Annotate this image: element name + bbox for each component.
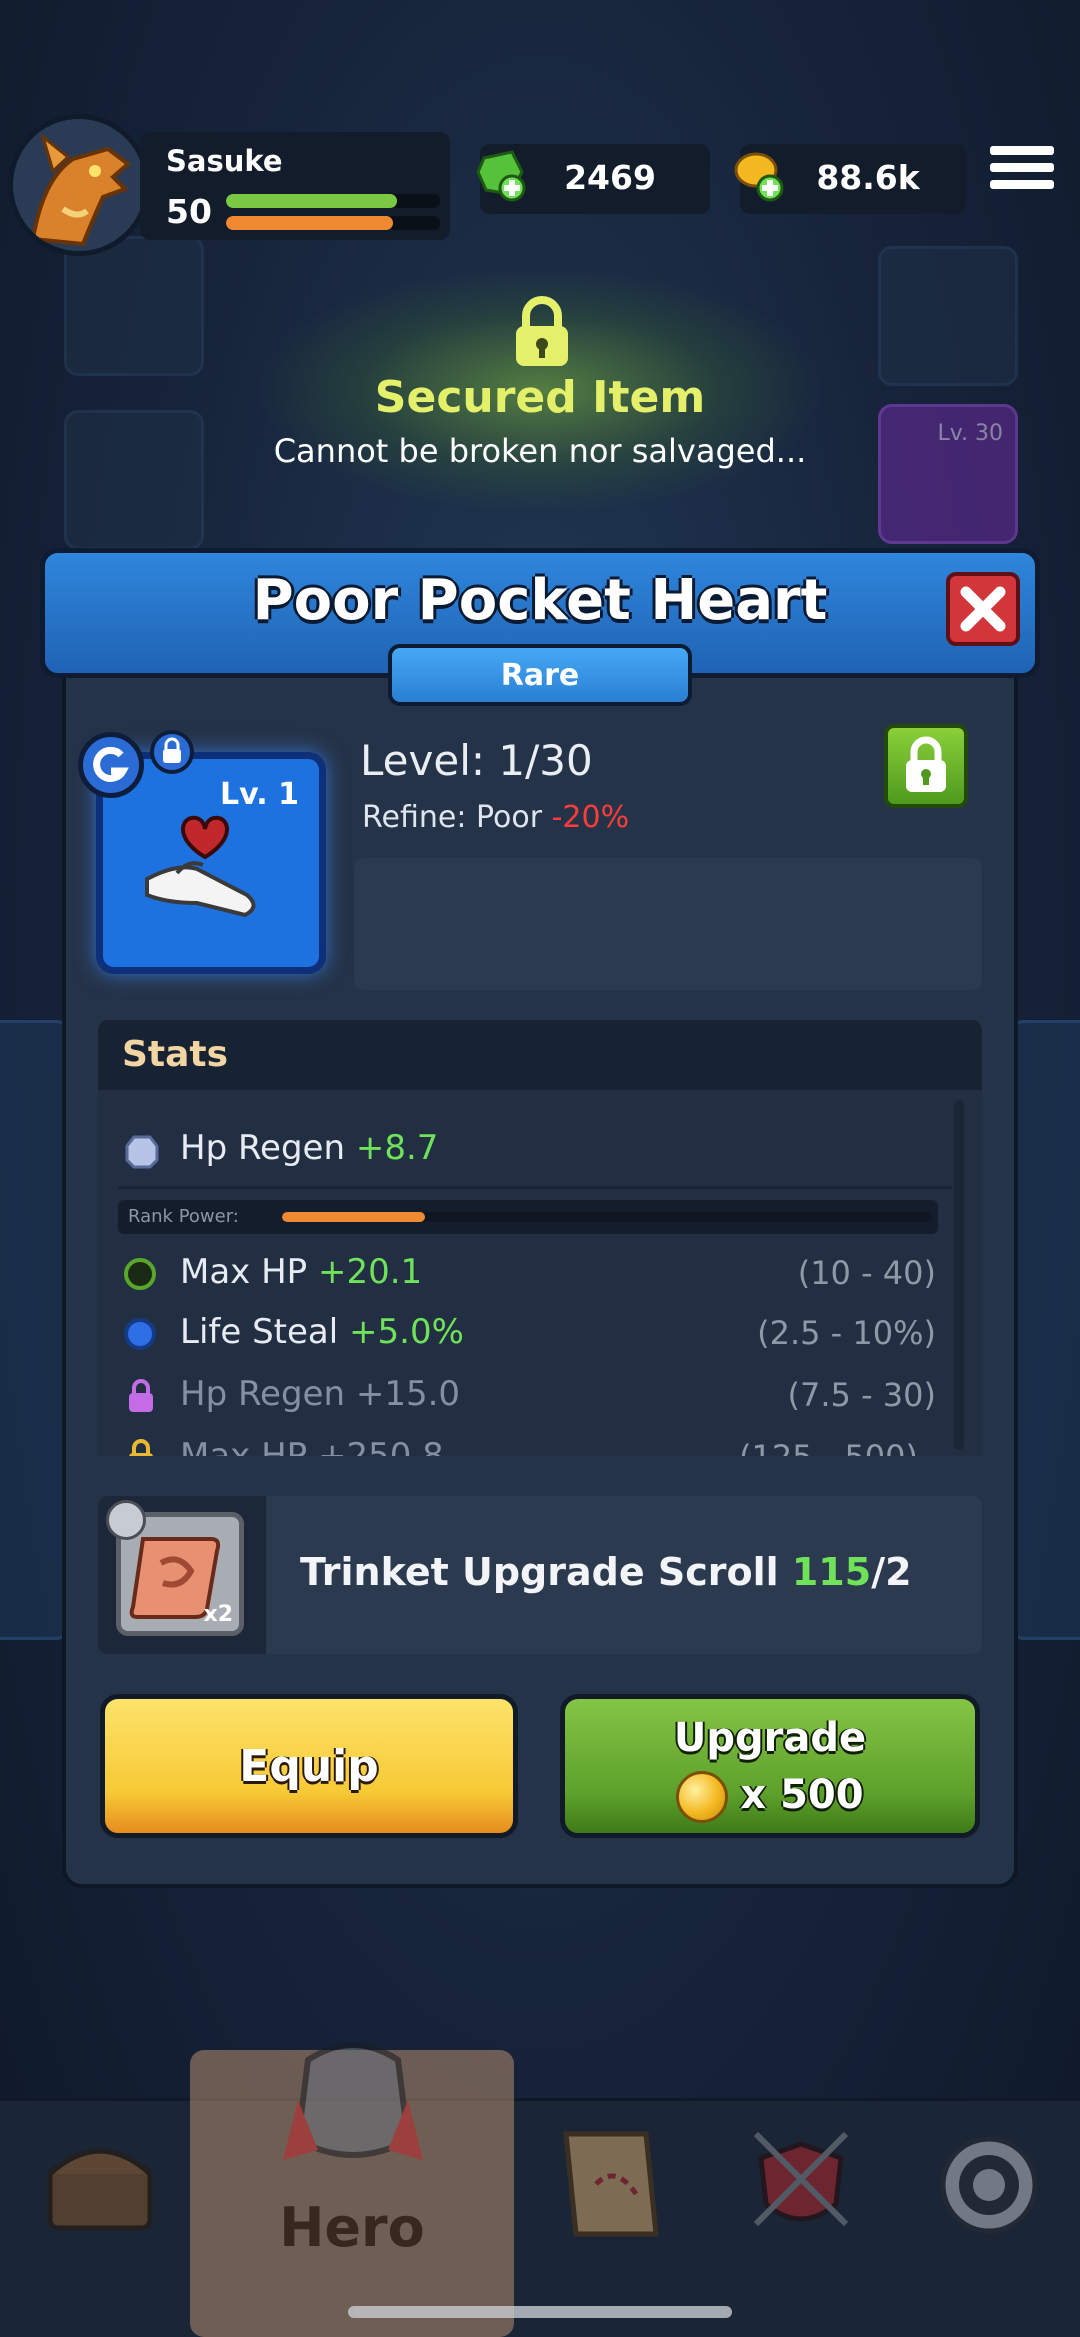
substat-4: Max HP +250.8 (180, 1436, 444, 1456)
coin-counter[interactable]: 88.6k (734, 144, 966, 214)
hamburger-menu-icon[interactable] (990, 146, 1054, 206)
xp-bar (226, 216, 440, 230)
gem-count: 2469 (564, 158, 656, 197)
stats-heading: Stats (122, 1034, 229, 1075)
substat-2-name: Life Steal (180, 1312, 350, 1352)
bg-boots-slot (878, 246, 1018, 386)
substat-2-icon (124, 1318, 156, 1350)
material-bag-badge-icon (106, 1500, 146, 1540)
chest-nav-icon[interactable] (40, 2128, 160, 2238)
material-icon-qty: x2 (203, 1602, 234, 1627)
bg-wings-slot (64, 410, 204, 550)
hp-regen-stat-icon (125, 1135, 159, 1169)
rank-power-label: Rank Power: (128, 1206, 239, 1227)
bg-trinket-slot: Lv. 30 (878, 404, 1018, 544)
hero-armor-nav-icon[interactable] (278, 2020, 428, 2180)
close-icon (960, 586, 1006, 632)
upgrade-cost-value: x 500 (740, 1772, 864, 1818)
primary-stat-name: Hp Regen (180, 1128, 356, 1168)
home-indicator[interactable] (348, 2306, 732, 2318)
substat-1-value: +20.1 (317, 1252, 423, 1292)
stats-scrollbar[interactable] (954, 1100, 964, 1450)
material-required: /2 (871, 1550, 912, 1594)
gem-counter[interactable]: 2469 (476, 144, 710, 214)
upgrade-cost: x 500 (565, 1771, 975, 1823)
substat-4-range: (125 - 500) (739, 1438, 918, 1456)
item-lock-badge-icon (150, 730, 194, 774)
substat-2-value: +5.0% (349, 1312, 464, 1352)
pocket-heart-icon (145, 815, 256, 918)
substat-1-name: Max HP (180, 1252, 318, 1292)
item-level-text: Level: 1/30 (360, 736, 593, 785)
substat-2-range: (2.5 - 10%) (757, 1314, 936, 1352)
substat-3-range: (7.5 - 30) (787, 1376, 936, 1414)
secured-item-title: Secured Item (374, 372, 706, 423)
small-lock-icon (163, 737, 181, 763)
substat-4-clip: Max HP +250.8 (125 - 500) (98, 1428, 948, 1456)
bg-side-card-right (1010, 1020, 1080, 1640)
bg-armor-slot (64, 236, 204, 376)
substat-3-value: +15.0 (355, 1374, 461, 1414)
gear-set-badge-icon (78, 732, 144, 798)
material-text: Trinket Upgrade Scroll 115/2 (300, 1550, 912, 1594)
refine-text: Refine: Poor -20% (362, 800, 629, 835)
target-nav-icon[interactable] (934, 2130, 1044, 2240)
item-name: Poor Pocket Heart (252, 568, 828, 633)
refine-value: -20% (551, 800, 630, 835)
player-avatar[interactable] (8, 114, 150, 256)
item-description-box (354, 858, 982, 990)
upgrade-button[interactable]: Upgrade x 500 (560, 1694, 980, 1838)
primary-stat-value: +8.7 (355, 1128, 439, 1168)
material-owned: 115 (791, 1550, 872, 1594)
dragon-avatar-icon (13, 119, 145, 251)
battle-shield-nav-icon[interactable] (746, 2124, 856, 2244)
substat-3-name: Hp Regen (180, 1374, 356, 1414)
upgrade-label: Upgrade (673, 1715, 867, 1761)
substat-1: Max HP +20.1 (180, 1252, 422, 1292)
stat-divider (118, 1186, 952, 1189)
coin-icon (676, 1771, 729, 1823)
map-nav-icon[interactable] (556, 2124, 666, 2244)
padlock-icon (516, 296, 568, 366)
lock-toggle-button[interactable] (884, 724, 968, 808)
substat-1-icon (124, 1258, 156, 1290)
stats-header (98, 1020, 982, 1090)
coin-count: 88.6k (816, 158, 920, 197)
substat-3: Hp Regen +15.0 (180, 1374, 460, 1414)
substat-1-range: (10 - 40) (797, 1254, 936, 1292)
bg-side-card-left (0, 1020, 70, 1640)
material-name: Trinket Upgrade Scroll (300, 1550, 792, 1594)
substat-4-value: +250.8 (317, 1436, 444, 1456)
substat-3-lock-icon (129, 1379, 153, 1412)
substat-2: Life Steal +5.0% (180, 1312, 464, 1352)
refine-label: Refine: Poor (362, 800, 552, 835)
secured-item-subtitle: Cannot be broken nor salvaged... (273, 432, 807, 470)
close-button[interactable] (946, 572, 1020, 646)
rarity-tab: Rare (388, 644, 692, 706)
substat-4-name: Max HP (180, 1436, 318, 1456)
substat-4-lock-icon (129, 1439, 153, 1456)
hp-bar (226, 194, 440, 208)
nav-hero-label[interactable]: Hero (190, 2196, 514, 2259)
lock-icon (906, 736, 946, 792)
equip-button[interactable]: Equip (100, 1694, 518, 1838)
rank-power-bar (282, 1212, 932, 1222)
bottom-nav (0, 2098, 1080, 2337)
primary-stat: Hp Regen +8.7 (180, 1128, 438, 1168)
player-level: 50 (166, 192, 212, 231)
player-name: Sasuke (166, 144, 283, 178)
set-g-icon (93, 746, 129, 782)
